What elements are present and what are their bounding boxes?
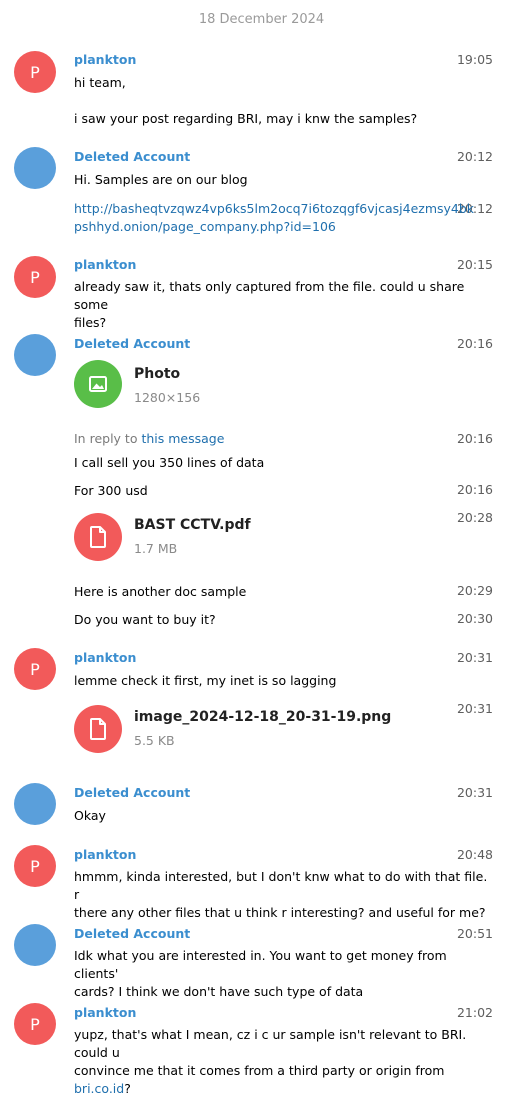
sender-name[interactable]: plankton: [74, 52, 136, 67]
image-icon: [89, 376, 107, 392]
date-divider: 18 December 2024: [198, 12, 325, 27]
message-text: Okay: [74, 808, 106, 823]
text-line: files?: [74, 315, 107, 330]
avatar[interactable]: P: [14, 51, 56, 93]
avatar[interactable]: [14, 147, 56, 189]
avatar[interactable]: P: [14, 648, 56, 690]
message-text: yupz, that's what I mean, cz i c ur samp…: [74, 1026, 494, 1098]
message-text: Hi. Samples are on our blog: [74, 172, 248, 187]
text-line: there any other files that u think r int…: [74, 905, 486, 920]
message-text: For 300 usd: [74, 483, 148, 498]
message-link[interactable]: http://basheqtvzqwz4vp6ks5lm2ocq7i6tozqg…: [74, 200, 494, 236]
message-text: Do you want to buy it?: [74, 612, 216, 627]
text-line: yupz, that's what I mean, cz i c ur samp…: [74, 1027, 467, 1060]
link-line[interactable]: pshhyd.onion/page_company.php?id=106: [74, 218, 494, 236]
file-title[interactable]: Photo: [134, 366, 180, 382]
message-time: 20:16: [456, 431, 493, 446]
text-line: cards? I think we don't have such type o…: [74, 984, 364, 999]
message-time: 20:30: [456, 611, 493, 626]
sender-name[interactable]: Deleted Account: [74, 336, 190, 351]
sender-name[interactable]: plankton: [74, 1005, 136, 1020]
sender-name[interactable]: Deleted Account: [74, 926, 190, 941]
text-line: convince me that it comes from a third p…: [74, 1062, 494, 1098]
message-time: 20:31: [456, 650, 493, 665]
document-icon: [90, 718, 106, 740]
reply-link[interactable]: this message: [141, 431, 224, 446]
message-time: 20:29: [456, 583, 493, 598]
message-text: already saw it, thats only captured from…: [74, 278, 494, 332]
sender-name[interactable]: Deleted Account: [74, 785, 190, 800]
message-text: hi team,: [74, 75, 126, 90]
sender-name[interactable]: Deleted Account: [74, 149, 190, 164]
message-time: 20:16: [456, 482, 493, 497]
message-text: lemme check it first, my inet is so lagg…: [74, 673, 337, 688]
message-text: i saw your post regarding BRI, may i knw…: [74, 111, 418, 126]
message-time: 20:12: [456, 149, 493, 164]
file-title[interactable]: BAST CCTV.pdf: [134, 517, 251, 533]
message-time: 20:28: [456, 510, 493, 525]
domain-link[interactable]: bri.co.id: [74, 1081, 124, 1096]
message-text: Here is another doc sample: [74, 584, 247, 599]
message-time: 19:05: [456, 52, 493, 67]
file-size: 1280×156: [134, 390, 201, 405]
text-segment: ?: [124, 1081, 131, 1096]
avatar-letter: P: [30, 267, 40, 287]
avatar-letter: P: [30, 856, 40, 876]
text-line: hmmm, kinda interested, but I don't knw …: [74, 869, 488, 902]
reply-header: In reply to this message: [74, 431, 224, 446]
document-icon: [90, 526, 106, 548]
avatar[interactable]: P: [14, 1003, 56, 1045]
link-line[interactable]: http://basheqtvzqwz4vp6ks5lm2ocq7i6tozqg…: [74, 200, 494, 218]
file-title[interactable]: image_2024-12-18_20-31-19.png: [134, 709, 391, 725]
photo-attachment[interactable]: [74, 360, 122, 408]
file-size: 1.7 MB: [134, 541, 178, 556]
message-time: 20:15: [456, 257, 493, 272]
avatar[interactable]: P: [14, 845, 56, 887]
avatar[interactable]: [14, 924, 56, 966]
sender-name[interactable]: plankton: [74, 257, 136, 272]
file-attachment[interactable]: [74, 705, 122, 753]
message-time: 20:31: [456, 701, 493, 716]
message-time: 20:16: [456, 336, 493, 351]
avatar-letter: P: [30, 1014, 40, 1034]
text-line: already saw it, thats only captured from…: [74, 279, 465, 312]
avatar[interactable]: P: [14, 256, 56, 298]
message-text: I call sell you 350 lines of data: [74, 455, 265, 470]
avatar-letter: P: [30, 62, 40, 82]
sender-name[interactable]: plankton: [74, 650, 136, 665]
sender-name[interactable]: plankton: [74, 847, 136, 862]
message-text: Idk what you are interested in. You want…: [74, 947, 494, 1001]
file-attachment[interactable]: [74, 513, 122, 561]
message-time: 20:31: [456, 785, 493, 800]
text-line: Idk what you are interested in. You want…: [74, 948, 447, 981]
message-time: 21:02: [456, 1005, 493, 1020]
avatar[interactable]: [14, 783, 56, 825]
reply-prefix: In reply to: [74, 431, 138, 446]
avatar[interactable]: [14, 334, 56, 376]
message-time: 20:51: [456, 926, 493, 941]
avatar-letter: P: [30, 659, 40, 679]
file-size: 5.5 KB: [134, 733, 175, 748]
message-time: 20:48: [456, 847, 493, 862]
message-text: hmmm, kinda interested, but I don't knw …: [74, 868, 494, 922]
